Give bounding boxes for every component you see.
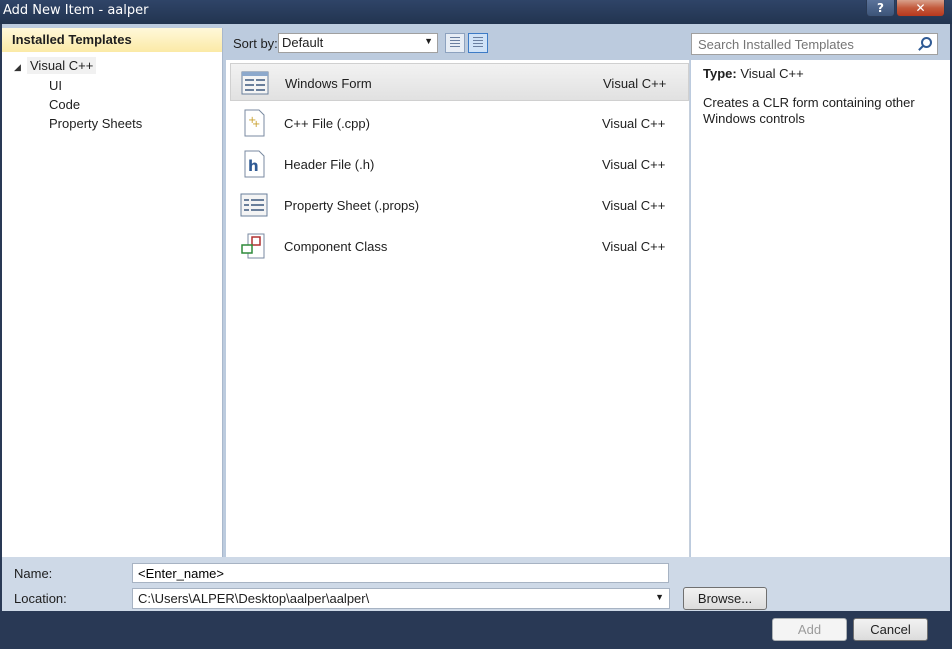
windows-form-icon — [241, 71, 269, 95]
templates-list: Windows Form Visual C++ + + C++ File (.c… — [226, 60, 690, 557]
cancel-button[interactable]: Cancel — [853, 618, 928, 641]
template-name: C++ File (.cpp) — [284, 116, 370, 131]
template-name: Header File (.h) — [284, 157, 375, 172]
location-label: Location: — [14, 591, 67, 606]
template-name: Windows Form — [285, 76, 372, 91]
template-description: Creates a CLR form containing other Wind… — [703, 95, 915, 126]
template-row-windows-form[interactable]: Windows Form Visual C++ — [230, 63, 689, 101]
component-class-icon — [241, 233, 265, 259]
name-field[interactable] — [132, 563, 669, 583]
tree-node-code[interactable]: Code — [49, 97, 80, 112]
template-language: Visual C++ — [602, 239, 666, 254]
small-icons-view-button[interactable] — [445, 33, 465, 53]
list-view-button[interactable] — [468, 33, 488, 53]
template-language: Visual C++ — [602, 198, 666, 213]
cpp-file-icon: + + — [244, 109, 265, 137]
template-name: Component Class — [284, 239, 388, 254]
title-bar: Add New Item - aalper ? ✕ — [0, 0, 952, 24]
template-details-panel: Type: Visual C++ Creates a CLR form cont… — [691, 60, 950, 557]
type-value: Visual C++ — [740, 66, 804, 81]
tree-node-ui[interactable]: UI — [49, 78, 62, 93]
svg-text:+: + — [252, 119, 260, 130]
dropdown-arrow-icon: ▼ — [424, 36, 433, 46]
template-language: Visual C++ — [603, 76, 667, 91]
svg-text:h: h — [248, 157, 259, 175]
search-input[interactable] — [698, 37, 908, 52]
property-sheet-icon — [240, 193, 268, 217]
dialog-footer: Add Cancel — [0, 611, 952, 649]
templates-tree-panel: Installed Templates ◢ Visual C++ UI Code… — [2, 28, 223, 557]
location-combo[interactable]: C:\Users\ALPER\Desktop\aalper\aalper\ ▼ — [132, 588, 670, 609]
location-value: C:\Users\ALPER\Desktop\aalper\aalper\ — [138, 591, 370, 606]
template-row-cpp-file[interactable]: + + C++ File (.cpp) Visual C++ — [230, 104, 689, 142]
search-icon[interactable] — [921, 37, 932, 48]
dropdown-arrow-icon[interactable]: ▼ — [655, 592, 664, 602]
list-view-icon — [473, 37, 483, 49]
item-options-panel: Name: Location: C:\Users\ALPER\Desktop\a… — [2, 557, 950, 611]
type-row: Type: Visual C++ — [703, 66, 938, 81]
template-row-property-sheet[interactable]: Property Sheet (.props) Visual C++ — [230, 186, 689, 224]
add-button[interactable]: Add — [772, 618, 847, 641]
template-row-component-class[interactable]: Component Class Visual C++ — [230, 227, 689, 265]
sort-by-dropdown[interactable]: Default ▼ — [278, 33, 438, 53]
template-name: Property Sheet (.props) — [284, 198, 420, 213]
tree-node-visual-cpp[interactable]: Visual C++ — [27, 57, 97, 74]
sort-by-value: Default — [282, 35, 324, 50]
name-label: Name: — [14, 566, 53, 581]
template-language: Visual C++ — [602, 157, 666, 172]
template-row-header-file[interactable]: h Header File (.h) Visual C++ — [230, 145, 689, 183]
installed-templates-header: Installed Templates — [2, 28, 222, 52]
type-label: Type: — [703, 66, 737, 81]
small-icons-icon — [450, 37, 460, 49]
dialog-body: Installed Templates ◢ Visual C++ UI Code… — [2, 24, 950, 611]
header-file-icon: h — [244, 150, 265, 178]
template-language: Visual C++ — [602, 116, 666, 131]
browse-button[interactable]: Browse... — [683, 587, 767, 610]
window-title: Add New Item - aalper — [3, 3, 149, 18]
close-button[interactable]: ✕ — [896, 0, 945, 17]
tree-node-property-sheets[interactable]: Property Sheets — [49, 116, 142, 131]
collapse-triangle-icon[interactable]: ◢ — [14, 62, 21, 73]
help-button[interactable]: ? — [866, 0, 895, 17]
search-templates-box[interactable] — [691, 33, 938, 55]
sort-by-label: Sort by: — [233, 36, 278, 51]
